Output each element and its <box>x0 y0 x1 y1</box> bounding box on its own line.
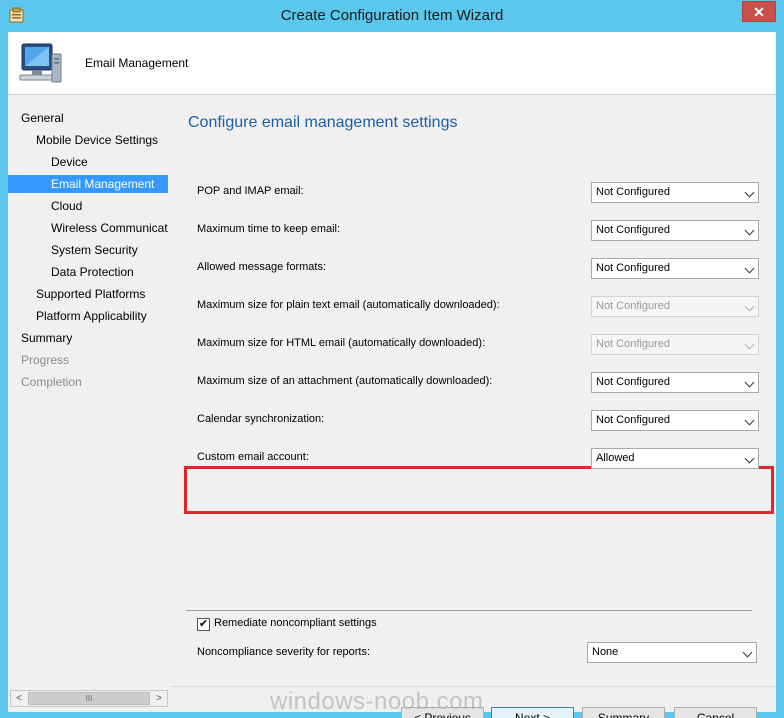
computer-icon <box>19 43 62 83</box>
calendar-sync-value: Not Configured <box>596 414 670 426</box>
nav-item-data-protection[interactable]: Data Protection <box>8 263 168 281</box>
wizard-window: Create Configuration Item Wizard ✕ Email… <box>0 0 784 718</box>
header-banner: Email Management <box>8 32 776 95</box>
severity-select[interactable]: None <box>587 642 757 663</box>
nav-item-platform-applicability[interactable]: Platform Applicability <box>8 307 168 325</box>
chevron-down-icon <box>742 647 753 658</box>
chevron-down-icon <box>744 301 755 312</box>
plain-text-size-label: Maximum size for plain text email (autom… <box>197 299 500 311</box>
divider <box>186 610 752 611</box>
attachment-size-select[interactable]: Not Configured <box>591 372 759 393</box>
severity-label: Noncompliance severity for reports: <box>197 646 371 658</box>
page-title: Configure email management settings <box>188 114 458 131</box>
footer-divider <box>170 686 776 687</box>
cancel-button[interactable]: Cancel <box>674 707 757 718</box>
main-panel: Configure email management settings POP … <box>170 96 776 718</box>
custom-email-label: Custom email account: <box>197 451 309 463</box>
pop-imap-label: POP and IMAP email: <box>197 185 304 197</box>
attachment-size-value: Not Configured <box>596 376 670 388</box>
nav-item-wireless-communications[interactable]: Wireless Communications <box>8 219 168 237</box>
nav-item-email-management[interactable]: Email Management <box>8 175 168 193</box>
pop-imap-select[interactable]: Not Configured <box>591 182 759 203</box>
scroll-left-icon[interactable]: < <box>11 691 27 706</box>
chevron-down-icon <box>744 339 755 350</box>
message-formats-select[interactable]: Not Configured <box>591 258 759 279</box>
chevron-down-icon <box>744 377 755 388</box>
calendar-sync-label: Calendar synchronization: <box>197 413 325 425</box>
custom-email-value: Allowed <box>596 452 635 464</box>
pop-imap-value: Not Configured <box>596 186 670 198</box>
chevron-down-icon <box>744 263 755 274</box>
nav-item-progress: Progress <box>21 353 70 367</box>
next-button[interactable]: Next > <box>491 707 574 718</box>
chevron-down-icon <box>744 415 755 426</box>
wizard-nav: General Mobile Device Settings Device Em… <box>8 96 168 712</box>
keep-email-value: Not Configured <box>596 224 670 236</box>
nav-horizontal-scrollbar[interactable]: < III > <box>10 690 168 707</box>
keep-email-select[interactable]: Not Configured <box>591 220 759 241</box>
html-size-label: Maximum size for HTML email (automatical… <box>197 337 486 349</box>
close-button[interactable]: ✕ <box>742 1 776 22</box>
nav-item-mobile-device-settings[interactable]: Mobile Device Settings <box>8 131 168 149</box>
plain-text-size-select: Not Configured <box>591 296 759 317</box>
custom-email-select[interactable]: Allowed <box>591 448 759 469</box>
nav-item-supported-platforms[interactable]: Supported Platforms <box>8 285 168 303</box>
keep-email-label: Maximum time to keep email: <box>197 223 341 235</box>
nav-item-completion: Completion <box>21 375 82 389</box>
message-formats-label: Allowed message formats: <box>197 261 326 273</box>
page-subtitle: Email Management <box>85 56 189 70</box>
plain-text-size-value: Not Configured <box>596 300 670 312</box>
html-size-value: Not Configured <box>596 338 670 350</box>
severity-value: None <box>592 646 619 658</box>
title-bar: Create Configuration Item Wizard ✕ <box>0 0 784 32</box>
calendar-sync-select[interactable]: Not Configured <box>591 410 759 431</box>
remediate-checkbox[interactable]: ✔ <box>197 618 210 631</box>
nav-item-cloud[interactable]: Cloud <box>8 197 168 215</box>
remediate-label[interactable]: Remediate noncompliant settings <box>214 617 377 629</box>
chevron-down-icon <box>744 225 755 236</box>
nav-item-summary[interactable]: Summary <box>8 329 168 347</box>
previous-button[interactable]: < Previous <box>401 707 484 718</box>
attachment-size-label: Maximum size of an attachment (automatic… <box>197 375 493 387</box>
highlight-box <box>184 466 774 514</box>
scroll-right-icon[interactable]: > <box>151 691 167 706</box>
nav-item-general[interactable]: General <box>8 109 168 127</box>
scroll-thumb[interactable]: III <box>28 692 150 705</box>
html-size-select: Not Configured <box>591 334 759 355</box>
window-title: Create Configuration Item Wizard <box>280 7 504 24</box>
nav-item-device[interactable]: Device <box>8 153 168 171</box>
chevron-down-icon <box>744 453 755 464</box>
nav-item-system-security[interactable]: System Security <box>8 241 168 259</box>
client-area: Email Management General Mobile Device S… <box>8 32 776 718</box>
chevron-down-icon <box>744 187 755 198</box>
message-formats-value: Not Configured <box>596 262 670 274</box>
summary-button[interactable]: Summary <box>582 707 665 718</box>
